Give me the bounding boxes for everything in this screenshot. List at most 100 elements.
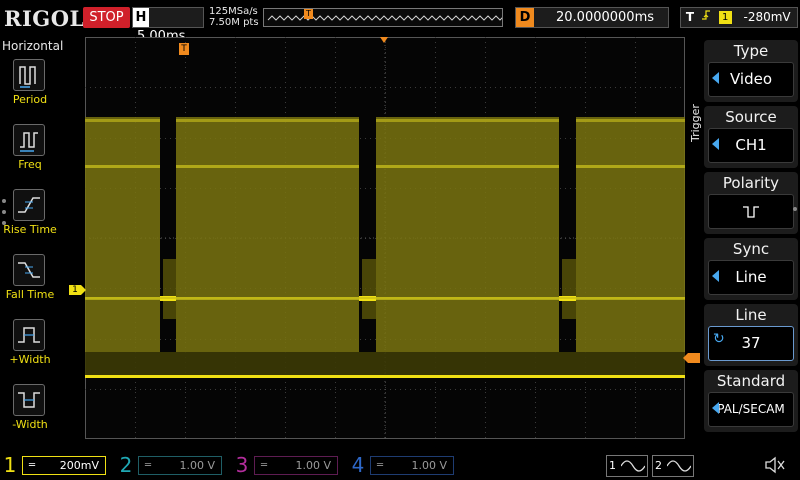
sine-wave-icon bbox=[667, 460, 691, 472]
video-line-envelope bbox=[85, 117, 160, 352]
luma-band bbox=[376, 165, 559, 168]
rising-edge-icon bbox=[701, 8, 715, 27]
generator-1[interactable]: 1 bbox=[606, 455, 648, 477]
menu-type[interactable]: Type Video bbox=[704, 40, 798, 102]
menu-sync[interactable]: Sync Line bbox=[704, 238, 798, 300]
measure-period[interactable]: Period bbox=[0, 41, 60, 106]
channel-scale: 1.00 V bbox=[179, 459, 215, 472]
trigger-label: T bbox=[685, 10, 695, 24]
channel1-offset-marker[interactable]: 1 bbox=[69, 285, 86, 295]
rise-time-icon bbox=[13, 189, 45, 221]
menu-item-value bbox=[708, 194, 794, 229]
trigger-status[interactable]: T 1 -280mV bbox=[680, 7, 798, 28]
menu-item-title: Standard bbox=[716, 372, 786, 390]
delay-label: D bbox=[516, 8, 534, 27]
channel-4[interactable]: 4 ═ 1.00 V bbox=[350, 454, 458, 476]
luma-band bbox=[176, 165, 359, 168]
peak-white-level bbox=[176, 119, 359, 122]
measure-label: Period bbox=[12, 93, 48, 106]
waveform-display[interactable] bbox=[85, 37, 685, 439]
channel-number: 4 bbox=[351, 453, 365, 477]
waveform-graticule bbox=[85, 37, 685, 439]
arrow-left-icon bbox=[712, 270, 719, 282]
channel-scale: 200mV bbox=[59, 459, 99, 472]
menu-item-value: CH1 bbox=[708, 128, 794, 163]
peak-white-level bbox=[376, 119, 559, 122]
memory-overview: T bbox=[263, 8, 541, 27]
speaker-mute-icon[interactable] bbox=[764, 455, 786, 475]
menu-title: Trigger bbox=[689, 104, 702, 142]
menu-item-title: Line bbox=[735, 306, 767, 324]
sample-info: 125MSa/s 7.50M pts bbox=[209, 6, 259, 28]
channel-number: 1 bbox=[3, 453, 17, 477]
measure-negative-width[interactable]: -Width bbox=[0, 366, 60, 431]
brand-logo: RIGOL bbox=[4, 6, 85, 31]
channel-2[interactable]: 2 ═ 1.00 V bbox=[118, 454, 226, 476]
trigger-channel: 1 bbox=[718, 11, 732, 24]
peak-white-level bbox=[85, 119, 160, 122]
frequency-icon bbox=[13, 124, 45, 156]
horizontal-label: H bbox=[133, 8, 149, 27]
negative-polarity-icon bbox=[743, 205, 759, 218]
luma-band bbox=[576, 165, 685, 168]
menu-page-indicator bbox=[793, 207, 797, 211]
page-indicator bbox=[2, 199, 6, 232]
measure-label: Fall Time bbox=[5, 288, 55, 301]
dc-coupling-icon: ═ bbox=[29, 460, 36, 471]
measure-rise-time[interactable]: Rise Time bbox=[0, 171, 60, 236]
sine-wave-icon bbox=[621, 460, 645, 472]
sync-tip-line bbox=[85, 375, 685, 378]
menu-item-value: Video bbox=[708, 62, 794, 97]
trigger-level: -280mV bbox=[743, 10, 791, 24]
menu-item-title: Type bbox=[733, 42, 769, 60]
arrow-left-icon bbox=[712, 72, 719, 84]
measure-positive-width[interactable]: +Width bbox=[0, 301, 60, 366]
sample-rate: 125MSa/s bbox=[209, 6, 258, 17]
period-icon bbox=[13, 59, 45, 91]
menu-standard[interactable]: Standard PAL/SECAM bbox=[704, 370, 798, 432]
generator-2[interactable]: 2 bbox=[652, 455, 694, 477]
channel-3[interactable]: 3 ═ 1.00 V bbox=[234, 454, 342, 476]
dc-coupling-icon: ═ bbox=[261, 460, 268, 471]
delay-value: 20.0000000ms bbox=[556, 10, 655, 25]
measure-label: -Width bbox=[12, 418, 48, 431]
vertical-blanking bbox=[562, 259, 576, 319]
measure-fall-time[interactable]: Fall Time bbox=[0, 236, 60, 301]
generator-number: 2 bbox=[655, 459, 662, 472]
sync-envelope bbox=[85, 352, 685, 376]
dc-coupling-icon: ═ bbox=[377, 460, 384, 471]
delay-setting[interactable]: D 20.0000000ms bbox=[515, 7, 669, 28]
video-line-envelope bbox=[176, 117, 359, 352]
channel-number: 3 bbox=[235, 453, 249, 477]
trigger-position-marker[interactable]: T bbox=[179, 43, 189, 55]
menu-source[interactable]: Source CH1 bbox=[704, 106, 798, 168]
menu-item-value: Line bbox=[708, 260, 794, 295]
arrow-left-icon bbox=[712, 402, 719, 414]
measure-label: Rise Time bbox=[3, 223, 57, 236]
vertical-blanking bbox=[163, 259, 176, 319]
peak-white-level bbox=[576, 119, 685, 122]
menu-item-value: ↻ 37 bbox=[708, 326, 794, 361]
negative-width-icon bbox=[13, 384, 45, 416]
channel-1[interactable]: 1 ═ 200mV bbox=[2, 454, 110, 476]
menu-line[interactable]: Line ↻ 37 bbox=[704, 304, 798, 366]
memory-depth: 7.50M pts bbox=[209, 17, 259, 28]
fall-time-icon bbox=[13, 254, 45, 286]
measure-label: +Width bbox=[9, 353, 51, 366]
channel-scale: 1.00 V bbox=[411, 459, 447, 472]
measure-frequency[interactable]: Freq bbox=[0, 106, 60, 171]
menu-item-title: Sync bbox=[732, 240, 770, 258]
video-line-envelope bbox=[376, 117, 559, 352]
menu-polarity[interactable]: Polarity bbox=[704, 172, 798, 234]
channel-bar: 1 ═ 200mV 2 ═ 1.00 V 3 ═ 1.00 V 4 ═ 1.00… bbox=[0, 450, 800, 480]
video-line-envelope bbox=[576, 117, 685, 352]
vertical-blanking bbox=[362, 259, 376, 319]
measure-sidebar: Horizontal Period Freq Rise Time Fall Ti… bbox=[0, 37, 63, 450]
channel-scale: 1.00 V bbox=[295, 459, 331, 472]
memory-waveform-icon bbox=[267, 15, 541, 21]
arrow-left-icon bbox=[712, 138, 719, 150]
center-marker bbox=[380, 37, 388, 43]
run-stop-status[interactable]: STOP bbox=[83, 7, 130, 28]
menu-item-title: Source bbox=[725, 108, 777, 126]
horizontal-timebase[interactable]: H 5.00ms bbox=[132, 7, 204, 44]
